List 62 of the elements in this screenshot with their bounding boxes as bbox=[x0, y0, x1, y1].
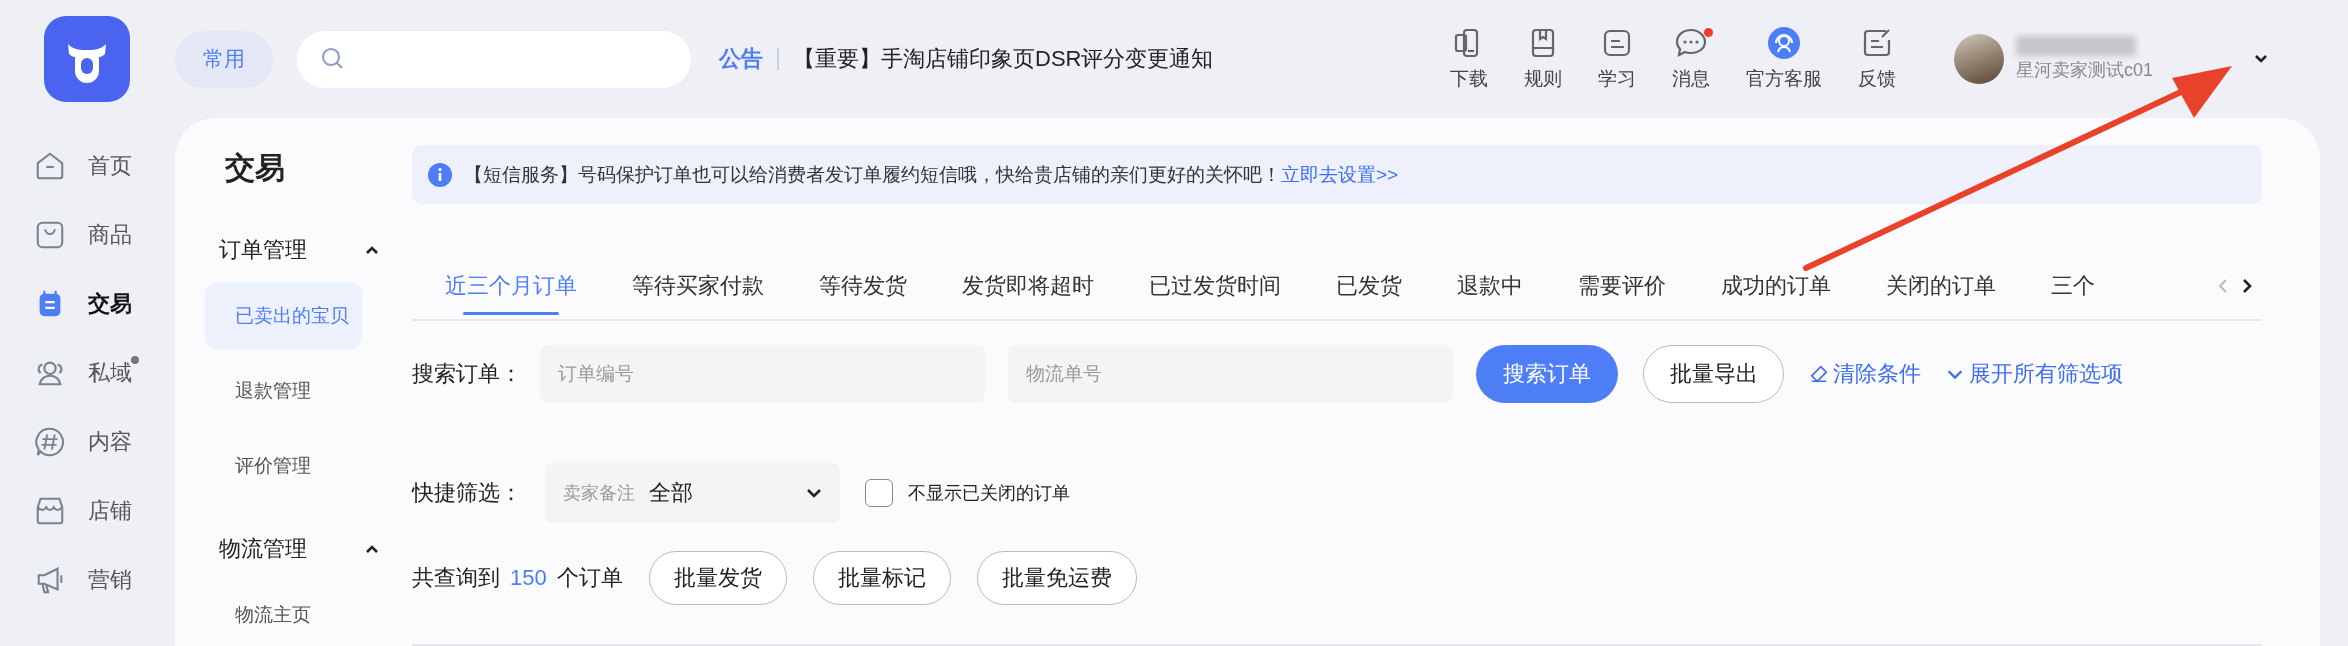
dropdown[interactable]: 卖家备注 全部 bbox=[545, 462, 840, 523]
nav-item[interactable]: 私域 bbox=[0, 338, 175, 407]
banner-text: 【短信服务】号码保护订单也可以给消费者发订单履约短信哦，快给贵店铺的亲们更好的关怀吧！ bbox=[464, 163, 1281, 185]
field-label: 搜索订单： bbox=[412, 359, 523, 388]
batch-button[interactable]: 批量发货 bbox=[648, 551, 787, 606]
nav-item[interactable]: 首页 bbox=[0, 131, 175, 200]
tab[interactable]: 等待买家付款 bbox=[632, 252, 764, 319]
tab[interactable]: 三个 bbox=[2051, 252, 2095, 319]
search-field[interactable] bbox=[297, 30, 691, 88]
toolbar-button[interactable]: 学习 bbox=[1580, 26, 1654, 92]
notice-link[interactable]: 【重要】手淘店铺印象页DSR评分变更通知 bbox=[793, 44, 1214, 74]
checkbox-label: 不显示已关闭的订单 bbox=[908, 481, 1070, 505]
search-button[interactable]: 搜索订单 bbox=[1476, 344, 1618, 403]
toolbar-button[interactable]: 下载 bbox=[1432, 26, 1506, 92]
headset-icon bbox=[1767, 26, 1801, 60]
toolbar-button[interactable]: 消息 bbox=[1654, 26, 1728, 92]
tab[interactable]: 成功的订单 bbox=[1721, 252, 1831, 319]
info-icon bbox=[428, 162, 452, 187]
nav-item[interactable]: 商品 bbox=[0, 200, 175, 269]
batch-button[interactable]: 批量标记 bbox=[812, 551, 951, 606]
hashtag-bubble-icon bbox=[34, 425, 66, 458]
expand-link[interactable]: 展开所有筛选项 bbox=[1945, 358, 2123, 389]
banner-link[interactable]: 立即去设置>> bbox=[1281, 163, 1399, 185]
checkbox[interactable] bbox=[865, 478, 893, 507]
tab[interactable]: 等待发货 bbox=[819, 252, 907, 319]
menu-group-header[interactable]: 订单管理 bbox=[219, 226, 379, 274]
chevron-down-icon bbox=[806, 487, 822, 498]
nav-item[interactable]: 内容 bbox=[0, 407, 175, 476]
avatar[interactable] bbox=[1954, 34, 2004, 84]
tab[interactable]: 已发货 bbox=[1336, 252, 1402, 319]
eraser-icon bbox=[1809, 363, 1829, 384]
tab[interactable]: 退款中 bbox=[1457, 252, 1523, 319]
batch-button[interactable]: 批量免运费 bbox=[976, 551, 1137, 606]
toolbar-button[interactable]: 官方客服 bbox=[1728, 26, 1840, 92]
tab[interactable]: 发货即将超时 bbox=[962, 252, 1094, 319]
toolbar-button[interactable]: 反馈 bbox=[1840, 26, 1914, 92]
result-count-text: 共查询到 150 个订单 bbox=[412, 564, 623, 593]
tab[interactable]: 需要评价 bbox=[1578, 252, 1666, 319]
nav-item[interactable]: 营销 bbox=[0, 545, 175, 614]
chevron-right-icon[interactable] bbox=[2242, 277, 2252, 294]
export-button[interactable]: 批量导出 bbox=[1643, 344, 1784, 403]
field-label: 快捷筛选： bbox=[412, 478, 523, 507]
tab[interactable]: 关闭的订单 bbox=[1886, 252, 1996, 319]
submenu-item[interactable]: 评价管理 bbox=[205, 432, 362, 499]
input-field[interactable]: 物流单号 bbox=[1008, 344, 1453, 403]
menu-group-header[interactable]: 物流管理 bbox=[219, 525, 379, 573]
tab[interactable]: 近三个月订单 bbox=[445, 252, 577, 319]
search-icon bbox=[321, 47, 345, 71]
chevron-up-icon bbox=[365, 544, 379, 554]
chevron-up-icon bbox=[365, 245, 379, 255]
clear-link[interactable]: 清除条件 bbox=[1809, 358, 1921, 389]
submenu-item[interactable]: 物流主页 bbox=[205, 581, 362, 646]
input-field[interactable]: 订单编号 bbox=[540, 344, 985, 403]
section-title: 交易 bbox=[225, 150, 286, 186]
submenu-item[interactable]: 退款管理 bbox=[205, 357, 362, 424]
logo-icon bbox=[44, 16, 130, 102]
toolbar-button[interactable]: 规则 bbox=[1506, 26, 1580, 92]
nav-item[interactable]: 交易 bbox=[0, 269, 175, 338]
user-name: 星河卖家测试c01 bbox=[2016, 59, 2155, 82]
chevron-down-icon[interactable] bbox=[2254, 54, 2268, 64]
nav-item[interactable]: 店铺 bbox=[0, 476, 175, 545]
tab[interactable]: 已过发货时间 bbox=[1149, 252, 1281, 319]
